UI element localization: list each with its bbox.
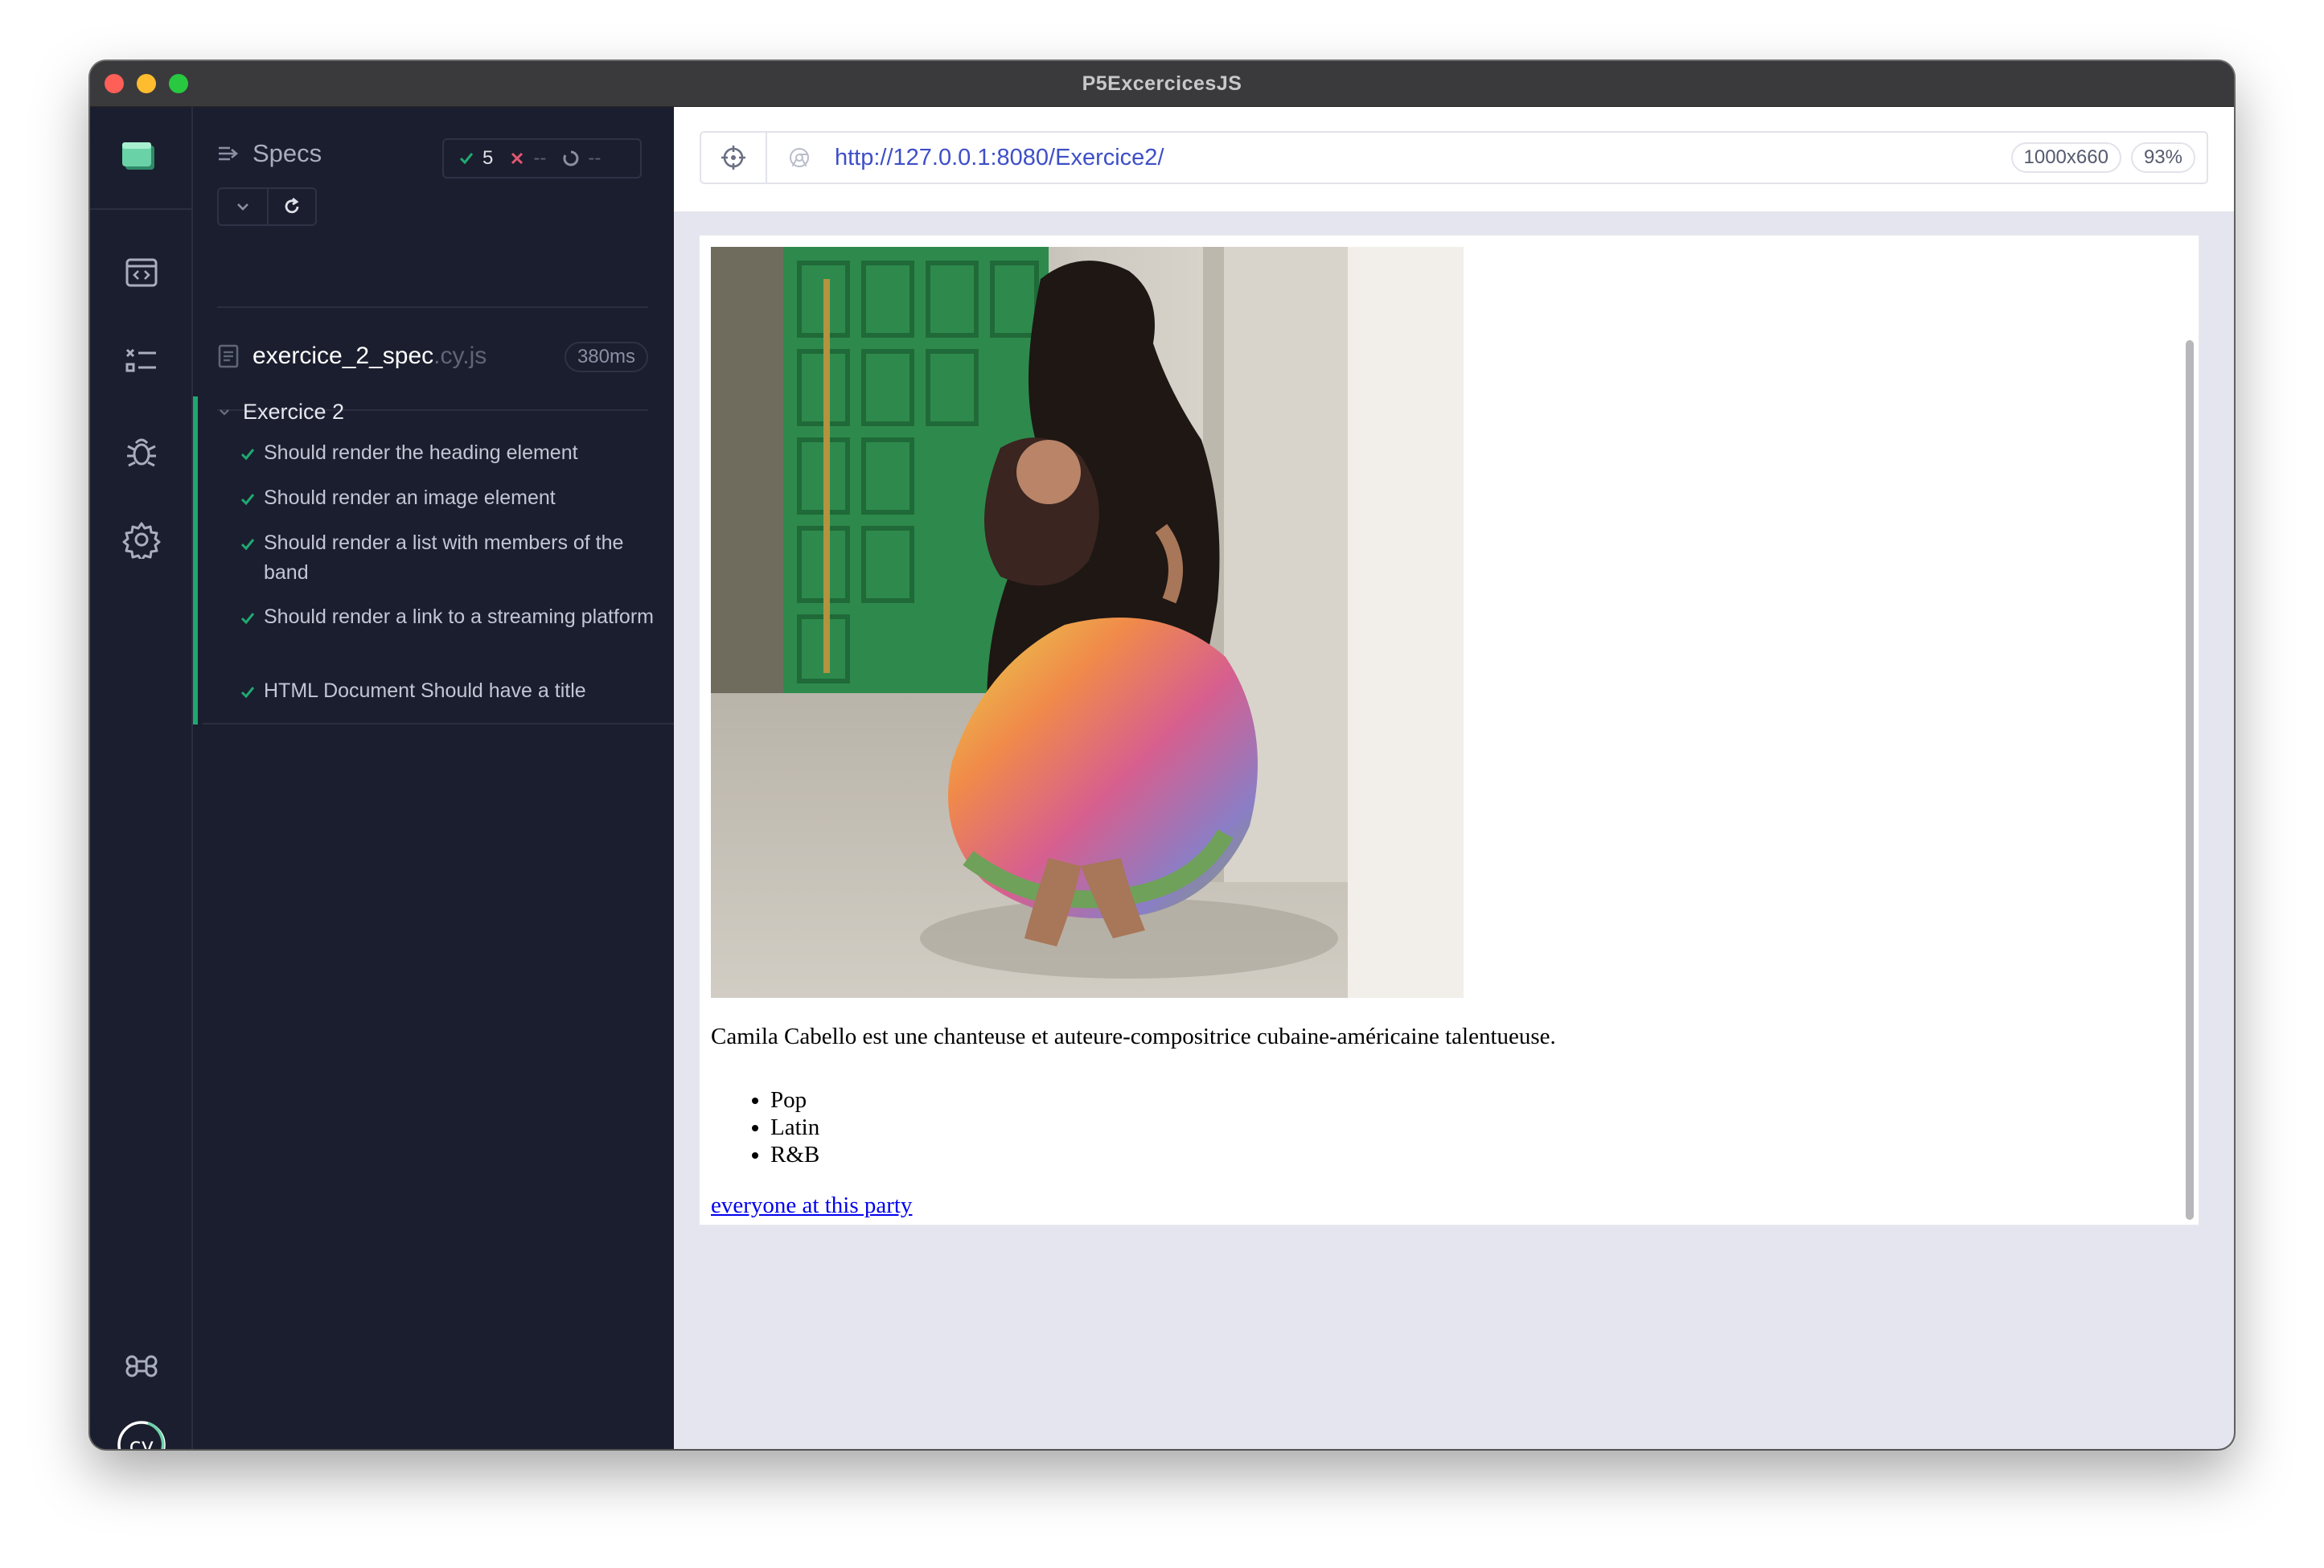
artist-description: Camila Cabello est une chanteuse et aute… <box>711 1024 1556 1049</box>
test-label: Should render an image element <box>264 486 556 509</box>
title-bar: P5ExcercicesJS <box>90 61 2234 107</box>
test-label: Should render a link to a streaming plat… <box>264 605 654 628</box>
chrome-icon <box>788 146 811 169</box>
suite-block: Exercice 2 Should render the heading ele… <box>193 396 674 724</box>
scrollbar[interactable] <box>2186 340 2194 1220</box>
pass-check-icon <box>240 676 264 709</box>
pending-stat: -- <box>562 147 601 170</box>
spec-file-name: exercice_2_spec <box>253 343 434 369</box>
test-item[interactable]: Should render an image element <box>240 483 658 516</box>
project-logo[interactable] <box>90 107 193 210</box>
pending-count: -- <box>588 147 602 169</box>
spec-duration-badge: 380ms <box>564 342 648 372</box>
refresh-icon <box>285 197 299 214</box>
collapse-all-button[interactable] <box>219 189 267 224</box>
pass-check-icon <box>240 528 264 588</box>
specs-list-icon[interactable] <box>122 253 161 292</box>
document-icon <box>218 344 239 368</box>
list-item: R&B <box>770 1141 819 1168</box>
viewport-size-badge[interactable]: 1000x660 <box>2010 142 2121 173</box>
test-item[interactable]: Should render a list with members of the… <box>240 528 658 588</box>
keyboard-shortcuts-icon[interactable] <box>122 1347 161 1385</box>
specs-header[interactable]: Specs <box>217 139 322 168</box>
reporter-controls <box>217 187 317 226</box>
test-item[interactable]: Should render a link to a streaming plat… <box>240 602 658 635</box>
divider <box>217 306 648 308</box>
passed-stat: 5 <box>458 147 493 170</box>
suite-title-label: Exercice 2 <box>243 400 345 424</box>
spec-file-ext: .cy.js <box>433 343 487 369</box>
specs-label: Specs <box>253 139 322 167</box>
cypress-logo[interactable]: cy <box>116 1419 167 1449</box>
pass-check-icon <box>240 602 264 635</box>
test-item[interactable]: Should render the heading element <box>240 438 658 471</box>
pass-check-icon <box>240 483 264 516</box>
suite-title[interactable]: Exercice 2 <box>217 400 344 425</box>
failed-count: -- <box>533 147 547 169</box>
reporter-panel: Specs 5 -- -- exercice_2_spec .cy.js 380… <box>193 107 674 1449</box>
failed-x-icon <box>511 152 524 165</box>
specs-menu-icon <box>219 146 239 161</box>
divider <box>203 723 674 724</box>
svg-text:cy: cy <box>129 1434 154 1449</box>
test-label: Should render the heading element <box>264 441 578 464</box>
pass-check-icon <box>240 438 264 471</box>
streaming-link[interactable]: everyone at this party <box>711 1192 912 1219</box>
sidebar-nav: cy <box>90 107 193 1449</box>
list-item: Pop <box>770 1086 819 1114</box>
test-label: Should render a list with members of the… <box>264 532 624 584</box>
passed-check-icon <box>459 153 474 165</box>
zoom-badge[interactable]: 93% <box>2130 142 2195 173</box>
settings-icon[interactable] <box>122 520 161 562</box>
list-item: Latin <box>770 1114 819 1141</box>
test-item[interactable]: HTML Document Should have a title <box>240 676 658 709</box>
failed-stat: -- <box>509 147 546 170</box>
app-under-test-frame: Camila Cabello est une chanteuse et aute… <box>699 235 2199 1225</box>
url-bar-area: http://127.0.0.1:8080/Exercice2/ 1000x66… <box>674 107 2234 211</box>
spec-file-header[interactable]: exercice_2_spec .cy.js 380ms <box>217 332 648 380</box>
chevron-down-icon <box>220 408 229 416</box>
selector-playground-button[interactable] <box>701 133 767 183</box>
test-label: HTML Document Should have a title <box>264 679 586 702</box>
runs-icon[interactable] <box>122 342 161 380</box>
debug-icon[interactable] <box>122 432 161 470</box>
test-stats: 5 -- -- <box>442 138 642 179</box>
chevron-down-icon <box>237 203 248 211</box>
app-window: P5ExcercicesJS cy Specs 5 -- -- exercice… <box>90 61 2234 1449</box>
pending-spinner-icon <box>563 150 579 166</box>
passed-count: 5 <box>482 147 494 169</box>
window-title: P5ExcercicesJS <box>1082 72 1242 95</box>
url-bar: http://127.0.0.1:8080/Exercice2/ 1000x66… <box>700 131 2208 184</box>
browser-preview: http://127.0.0.1:8080/Exercice2/ 1000x66… <box>674 107 2234 1449</box>
project-icon <box>122 142 154 170</box>
crosshair-icon <box>721 146 745 170</box>
url-text[interactable]: http://127.0.0.1:8080/Exercice2/ <box>835 145 1164 171</box>
genre-list: Pop Latin R&B <box>711 1086 819 1168</box>
artist-photo <box>711 247 1464 998</box>
rerun-button[interactable] <box>267 189 315 224</box>
